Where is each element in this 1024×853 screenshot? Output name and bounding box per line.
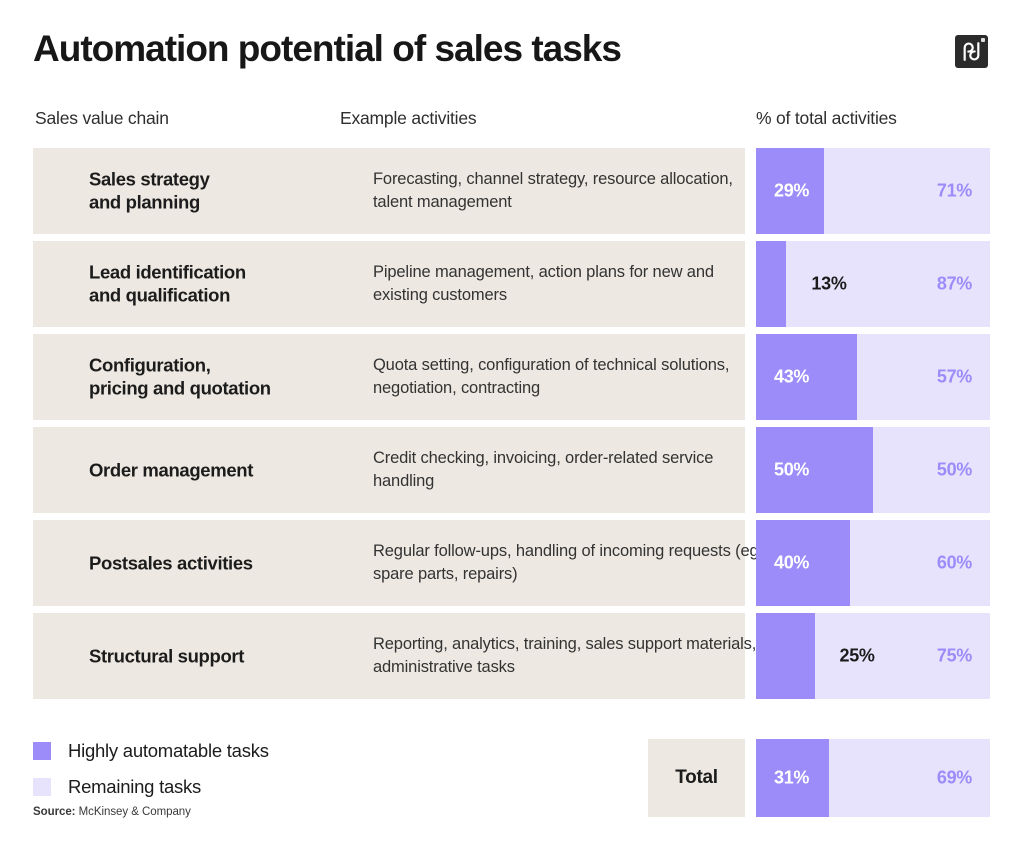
row-label-value-chain: Sales strategy and planning (89, 168, 210, 213)
row-example-activities: Regular follow-ups, handling of incoming… (373, 541, 763, 583)
bar-track: 43% 57% (756, 334, 990, 420)
bar-track: 25% 75% (756, 613, 990, 699)
row-panel: Order management Credit checking, invoici… (33, 427, 745, 513)
row-example-activities: Pipeline management, action plans for ne… (373, 262, 714, 304)
table-row: Structural support Reporting, analytics, … (0, 613, 1024, 699)
table-row: Configuration, pricing and quotation Quota… (0, 334, 1024, 420)
table-row: Lead identification and qualification Pipe… (0, 241, 1024, 327)
page-title: Automation potential of sales tasks (33, 28, 622, 69)
bar-fill-automatable (756, 241, 787, 327)
pandadoc-logo-icon (955, 35, 988, 68)
column-header-sales-value-chain: Sales value chain (35, 108, 169, 128)
total-row: Total 31% 69% (0, 739, 1024, 817)
total-label: Total (675, 767, 718, 788)
bar-value-remaining: 60% (936, 552, 972, 573)
table-row: Sales strategy and planning Forecasting, c… (0, 148, 1024, 234)
bar-value-remaining: 75% (936, 645, 972, 666)
total-label-panel: Total (648, 739, 745, 817)
row-example-activities: Quota setting, configuration of technica… (373, 355, 730, 397)
bar-value-automatable: 25% (839, 645, 875, 666)
bar-value-automatable: 50% (774, 459, 810, 480)
bar-value-remaining: 87% (936, 273, 972, 294)
logo-trademark-dot (981, 38, 985, 42)
total-bar-track: 31% 69% (756, 739, 990, 817)
bar-track: 50% 50% (756, 427, 990, 513)
column-header-pct-total-activities: % of total activities (756, 108, 897, 128)
row-panel: Structural support Reporting, analytics, … (33, 613, 756, 699)
bar-fill-automatable (756, 613, 815, 699)
bar-value-remaining: 71% (936, 180, 972, 201)
row-panel: Lead identification and qualification Pipe… (33, 241, 745, 327)
row-panel: Postsales activities Regular follow-ups, … (33, 520, 763, 606)
total-bar-value-remaining: 69% (936, 767, 972, 788)
row-example-activities: Forecasting, channel strategy, resource … (373, 169, 733, 211)
bar-value-remaining: 50% (936, 459, 972, 480)
bar-value-automatable: 40% (774, 552, 810, 573)
bar-value-remaining: 57% (936, 366, 972, 387)
bar-value-automatable: 29% (774, 180, 810, 201)
chart-rows: Sales strategy and planning Forecasting, c… (0, 148, 1024, 706)
row-panel: Configuration, pricing and quotation Quota… (33, 334, 745, 420)
row-label-value-chain: Structural support (89, 645, 245, 667)
bar-track: 13% 87% (756, 241, 990, 327)
row-label-value-chain: Order management (89, 459, 254, 481)
bar-value-automatable: 43% (774, 366, 810, 387)
total-bar-value-automatable: 31% (774, 767, 810, 788)
row-label-value-chain: Postsales activities (89, 552, 253, 574)
bar-track: 29% 71% (756, 148, 990, 234)
column-header-example-activities: Example activities (340, 108, 477, 128)
row-panel: Sales strategy and planning Forecasting, c… (33, 148, 745, 234)
row-label-value-chain: Configuration, pricing and quotation (89, 354, 271, 399)
table-row: Order management Credit checking, invoici… (0, 427, 1024, 513)
table-row: Postsales activities Regular follow-ups, … (0, 520, 1024, 606)
row-example-activities: Credit checking, invoicing, order-relate… (373, 448, 714, 490)
row-label-value-chain: Lead identification and qualification (89, 261, 246, 306)
row-example-activities: Reporting, analytics, training, sales su… (373, 634, 757, 676)
bar-value-automatable: 13% (811, 273, 847, 294)
bar-track: 40% 60% (756, 520, 990, 606)
